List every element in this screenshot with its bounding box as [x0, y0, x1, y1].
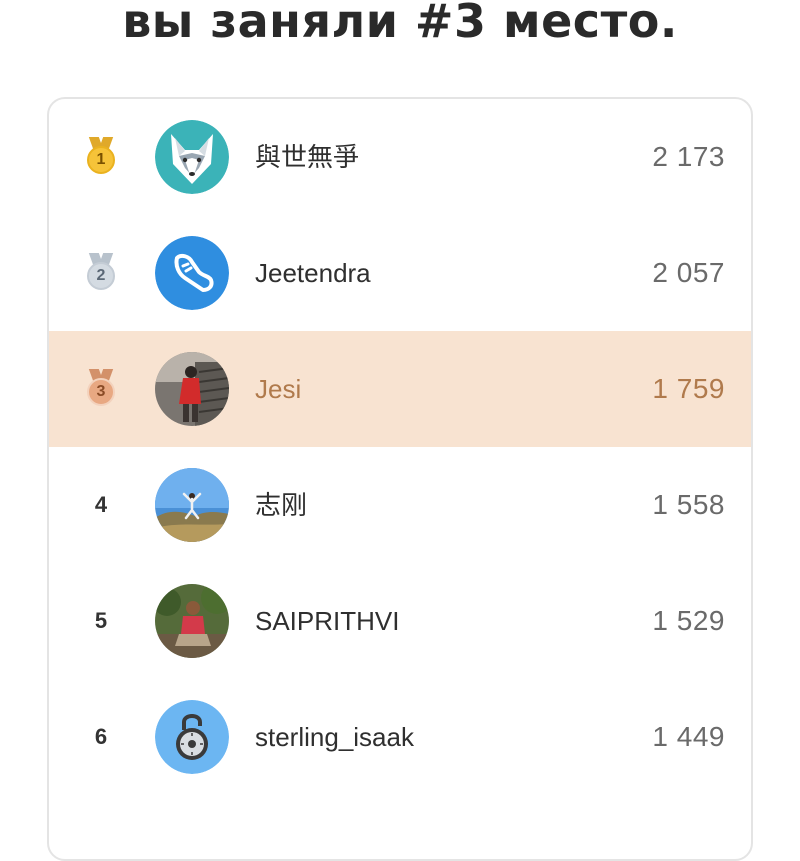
gold-medal-icon: 1 [84, 137, 118, 177]
rank-badge: 2 [75, 215, 127, 331]
rank-badge: 3 [75, 331, 127, 447]
rank-badge: 4 [75, 447, 127, 563]
player-name: sterling_isaak [255, 722, 414, 752]
leaderboard-row[interactable]: 1 與世無爭 2 173 [49, 99, 751, 215]
rank-badge: 6 [75, 679, 127, 795]
leaderboard-row[interactable]: 2 Jeetendra 2 057 [49, 215, 751, 331]
player-score: 2 173 [652, 141, 725, 172]
player-name: Jeetendra [255, 258, 371, 288]
player-name: 與世無爭 [255, 142, 360, 172]
headline: вы заняли #3 место. [122, 0, 678, 48]
player-score: 1 449 [652, 721, 725, 752]
player-score: 1 759 [652, 373, 725, 404]
player-name: Jesi [255, 374, 302, 404]
photo-avatar-icon [155, 468, 229, 542]
avatar[interactable] [155, 700, 229, 774]
leaderboard-card: 1 與世無爭 2 173 2 Jeetendra 2 057 3 Jesi 1 … [47, 97, 753, 861]
avatar[interactable] [155, 236, 229, 310]
leaderboard-row[interactable]: 4 志刚 1 558 [49, 447, 751, 563]
rank-number: 6 [94, 724, 108, 749]
avatar[interactable] [155, 352, 229, 426]
padlock-icon [155, 700, 229, 774]
avatar[interactable] [155, 468, 229, 542]
player-score: 2 057 [652, 257, 725, 288]
leaderboard-row[interactable]: 6 sterling_isaak 1 449 [49, 679, 751, 795]
avatar[interactable] [155, 120, 229, 194]
wolf-icon [155, 120, 229, 194]
rank-badge: 5 [75, 563, 127, 679]
silver-medal-icon: 2 [84, 253, 118, 293]
avatar[interactable] [155, 584, 229, 658]
rank-number: 4 [94, 492, 108, 517]
player-name: 志刚 [255, 490, 308, 520]
player-score: 1 558 [652, 489, 725, 520]
player-name: SAIPRITHVI [255, 606, 400, 636]
photo-avatar-icon [155, 352, 229, 426]
rank-number: 5 [94, 608, 108, 633]
leaderboard-row-current-user[interactable]: 3 Jesi 1 759 [49, 331, 751, 447]
rank-badge: 1 [75, 99, 127, 215]
player-score: 1 529 [652, 605, 725, 636]
leaderboard-row[interactable]: 5 SAIPRITHVI 1 529 [49, 563, 751, 679]
shoe-icon [155, 236, 229, 310]
photo-avatar-icon [155, 584, 229, 658]
bronze-medal-icon: 3 [84, 369, 118, 409]
